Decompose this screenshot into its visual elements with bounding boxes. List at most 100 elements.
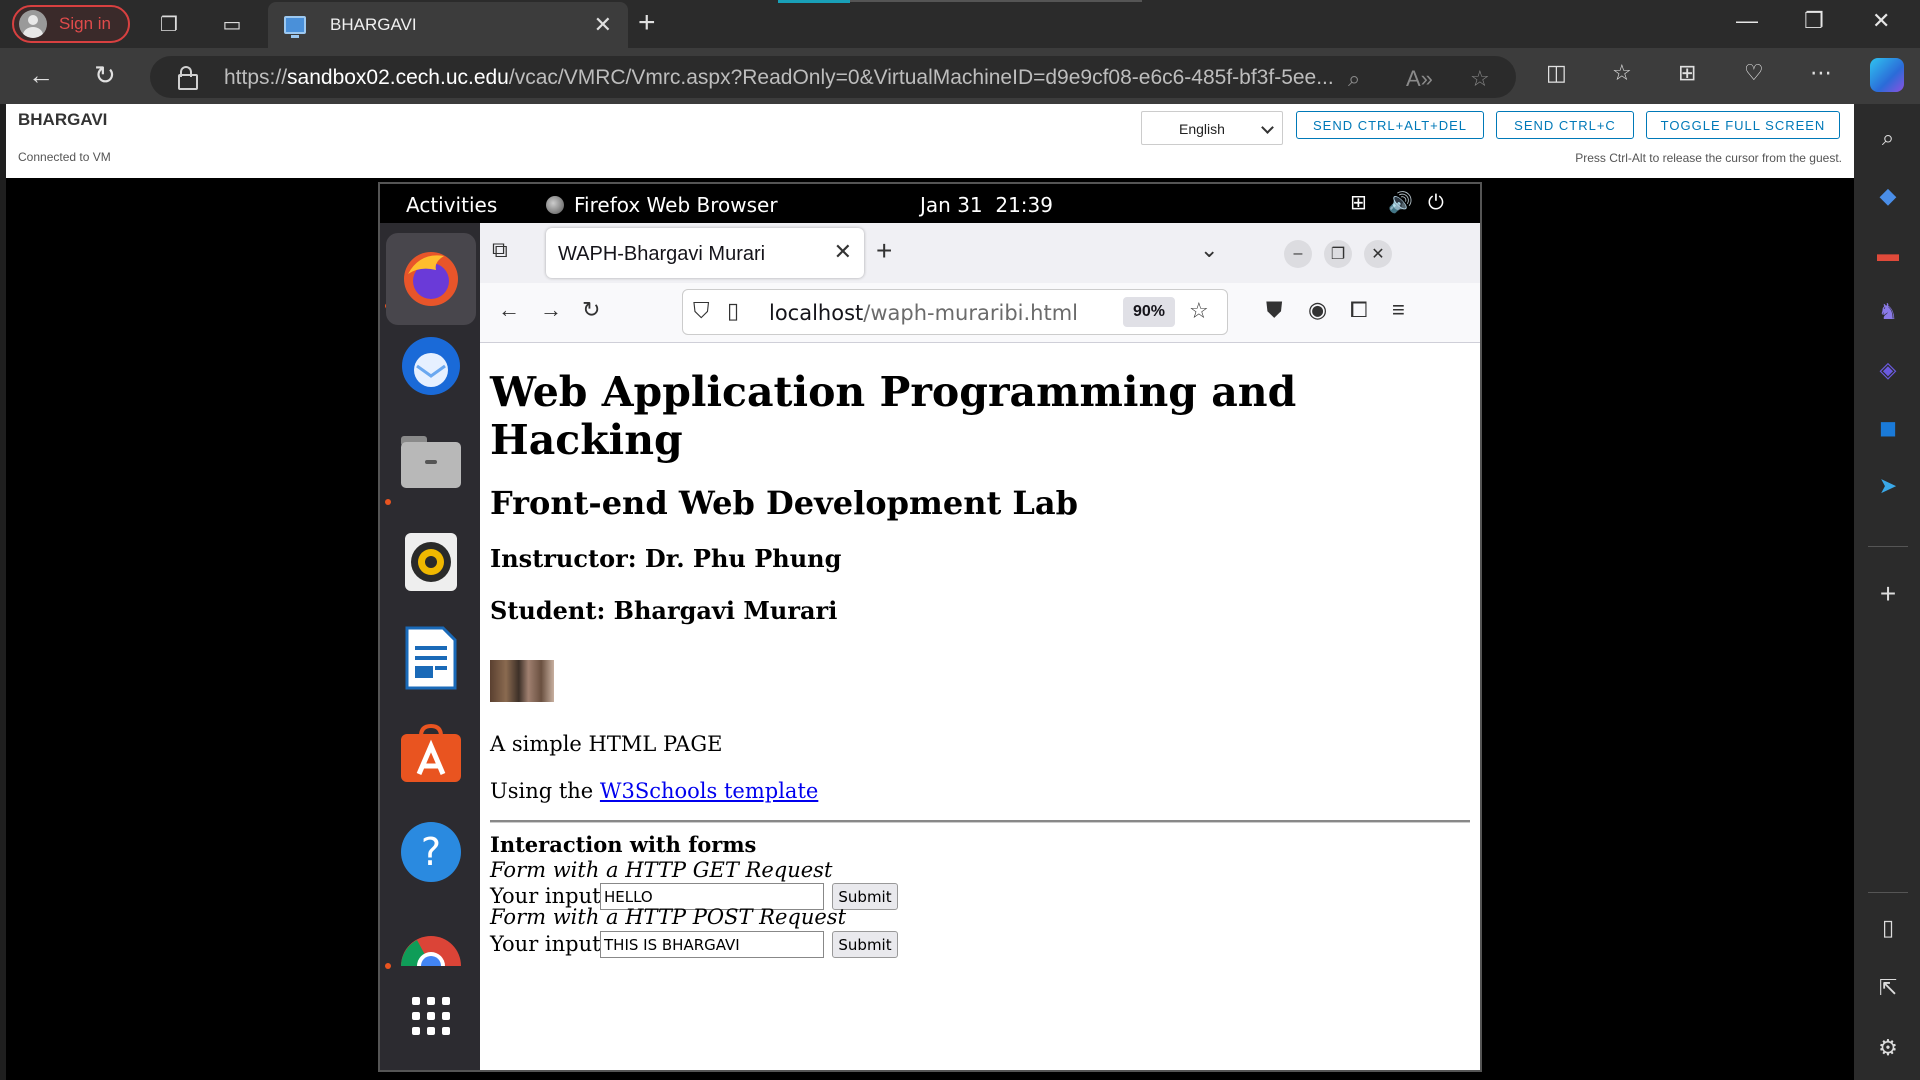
sidebar-divider: [1868, 546, 1908, 547]
clock[interactable]: Jan 31 21:39: [920, 193, 1053, 217]
settings-gear-icon[interactable]: ⚙: [1874, 1034, 1902, 1062]
network-icon[interactable]: ⊞: [1350, 190, 1367, 214]
horizontal-rule: [490, 820, 1470, 823]
hide-sidebar-icon[interactable]: ▯: [1874, 914, 1902, 942]
post-input-field[interactable]: THIS IS BHARGAVI: [600, 931, 824, 958]
extensions-icon[interactable]: ⧠: [1350, 297, 1368, 323]
address-url[interactable]: https://sandbox02.cech.uc.edu/vcac/VMRC/…: [224, 66, 1334, 90]
firefox-nav-bar: ← → ↻ ⛉ ▯ localhost/waph-muraribi.html 9…: [480, 283, 1480, 343]
writer-dock-icon[interactable]: [398, 625, 464, 691]
sidebar-divider: [1868, 892, 1908, 893]
account-icon[interactable]: ◉: [1308, 297, 1327, 323]
edge-sidebar: ⌕ ◆ ▬ ♞ ◈ ◼ ➤ + ▯ ⇱ ⚙: [1854, 104, 1920, 1080]
page-heading: Web Application Programming and Hacking: [490, 368, 1297, 464]
list-tabs-chevron-icon[interactable]: ⌄: [1200, 237, 1218, 263]
firefox-back-icon[interactable]: ←: [498, 297, 520, 323]
activities-button[interactable]: Activities: [406, 193, 497, 217]
firefox-tab[interactable]: WAPH-Bhargavi Murari ✕: [546, 228, 864, 278]
zoom-level-badge[interactable]: 90%: [1123, 297, 1175, 327]
svg-text:?: ?: [421, 830, 441, 874]
student-photo: [490, 660, 554, 702]
more-menu-icon[interactable]: ⋯: [1810, 60, 1832, 86]
new-tab-button[interactable]: +: [638, 6, 656, 40]
outlook-icon[interactable]: ◼: [1874, 414, 1902, 442]
cursor-release-hint: Press Ctrl-Alt to release the cursor fro…: [1575, 151, 1842, 165]
open-external-icon[interactable]: ⇱: [1874, 974, 1902, 1002]
split-screen-icon[interactable]: ◫: [1546, 60, 1567, 86]
m365-icon[interactable]: ◈: [1874, 356, 1902, 384]
tab-close-icon[interactable]: ✕: [594, 12, 612, 38]
w3schools-link[interactable]: W3Schools template: [600, 779, 818, 803]
firefox-tab-title: WAPH-Bhargavi Murari: [558, 243, 766, 265]
firefox-url-text[interactable]: localhost/waph-muraribi.html: [769, 301, 1078, 325]
tab-actions-icon[interactable]: ▭: [218, 10, 246, 38]
forms-heading: Interaction with forms: [490, 832, 757, 857]
add-sidebar-icon[interactable]: +: [1874, 578, 1902, 609]
refresh-icon[interactable]: ↻: [94, 60, 116, 91]
restore-icon[interactable]: ❐: [1804, 8, 1824, 34]
firefox-maximize-icon[interactable]: ❐: [1324, 240, 1352, 268]
firefox-tab-bar: ⧉ WAPH-Bhargavi Murari ✕ + ⌄ – ❐ ✕: [480, 223, 1480, 283]
volume-icon[interactable]: 🔊: [1388, 190, 1413, 214]
workspaces-icon[interactable]: ❐: [155, 10, 183, 38]
firefox-forward-icon[interactable]: →: [540, 297, 562, 323]
bookmark-star-icon[interactable]: ☆: [1189, 298, 1209, 324]
search-icon[interactable]: ⌕: [1874, 124, 1902, 152]
firefox-close-icon[interactable]: ✕: [1364, 240, 1392, 268]
favorites-icon[interactable]: ☆: [1612, 60, 1632, 86]
pocket-icon[interactable]: ⛊: [1266, 297, 1283, 323]
app-menu-label: Firefox Web Browser: [574, 193, 778, 217]
chrome-dock-icon[interactable]: [398, 913, 464, 979]
firefox-view-icon[interactable]: ⧉: [492, 237, 508, 263]
games-icon[interactable]: ♞: [1874, 298, 1902, 326]
browser-essentials-icon[interactable]: ♡: [1744, 60, 1764, 86]
firefox-dock-icon[interactable]: [386, 233, 476, 325]
lock-icon[interactable]: [178, 66, 198, 90]
address-field[interactable]: https://sandbox02.cech.uc.edu/vcac/VMRC/…: [150, 56, 1516, 98]
firefox-new-tab-icon[interactable]: +: [876, 235, 892, 267]
get-form-title: Form with a HTTP GET Request: [490, 858, 833, 882]
collections-icon[interactable]: ⊞: [1678, 60, 1696, 86]
minimize-icon[interactable]: —: [1736, 8, 1758, 34]
instructor-heading: Instructor: Dr. Phu Phung: [490, 544, 842, 573]
app-menu[interactable]: Firefox Web Browser: [546, 193, 778, 217]
send-ctrl-alt-del-button[interactable]: SEND CTRL+ALT+DEL: [1296, 111, 1484, 139]
page-info-icon[interactable]: ▯: [727, 298, 739, 324]
tracking-shield-icon[interactable]: ⛉: [693, 298, 710, 324]
firefox-minimize-icon[interactable]: –: [1284, 240, 1312, 268]
show-apps-grid-icon[interactable]: [398, 983, 464, 1049]
firefox-tab-close-icon[interactable]: ✕: [834, 239, 852, 265]
zoom-icon[interactable]: ⌕: [1348, 66, 1360, 92]
shopping-tag-icon[interactable]: ◆: [1874, 182, 1902, 210]
help-dock-icon[interactable]: ?: [398, 819, 464, 885]
language-select[interactable]: English: [1141, 111, 1283, 145]
student-heading: Student: Bhargavi Murari: [490, 596, 838, 625]
hamburger-menu-icon[interactable]: ≡: [1392, 297, 1405, 323]
files-dock-icon[interactable]: [398, 429, 464, 495]
firefox-url-bar[interactable]: ⛉ ▯ localhost/waph-muraribi.html 90% ☆: [682, 289, 1228, 335]
post-submit-button[interactable]: Submit: [832, 931, 898, 958]
send-ctrl-c-button[interactable]: SEND CTRL+C: [1496, 111, 1634, 139]
favorite-star-icon[interactable]: ☆: [1470, 66, 1490, 92]
tab-title: BHARGAVI: [330, 15, 417, 34]
drop-icon[interactable]: ➤: [1874, 472, 1902, 500]
intro-paragraph: A simple HTML PAGE: [490, 732, 723, 756]
tools-icon[interactable]: ▬: [1874, 240, 1902, 268]
signin-button[interactable]: Sign in: [12, 5, 130, 43]
browser-tab[interactable]: BHARGAVI ✕: [268, 2, 628, 48]
rhythmbox-dock-icon[interactable]: [398, 529, 464, 595]
edge-titlebar: Sign in ❐ ▭ BHARGAVI ✕ + — ❐ ✕: [0, 0, 1920, 48]
thunderbird-dock-icon[interactable]: [398, 333, 464, 399]
post-input-label: Your input:: [490, 932, 608, 956]
power-icon[interactable]: ⏻: [1428, 190, 1444, 214]
close-window-icon[interactable]: ✕: [1872, 8, 1890, 34]
lab-subheading: Front-end Web Development Lab: [490, 484, 1078, 522]
copilot-icon[interactable]: [1870, 58, 1904, 92]
read-aloud-icon[interactable]: A»: [1406, 66, 1433, 92]
back-icon[interactable]: ←: [28, 60, 54, 91]
guest-screen[interactable]: Activities Firefox Web Browser Jan 31 21…: [378, 182, 1482, 1072]
firefox-reload-icon[interactable]: ↻: [582, 297, 600, 323]
software-center-dock-icon[interactable]: [398, 721, 464, 787]
toggle-fullscreen-button[interactable]: TOGGLE FULL SCREEN: [1646, 111, 1840, 139]
signin-label: Sign in: [59, 14, 111, 33]
